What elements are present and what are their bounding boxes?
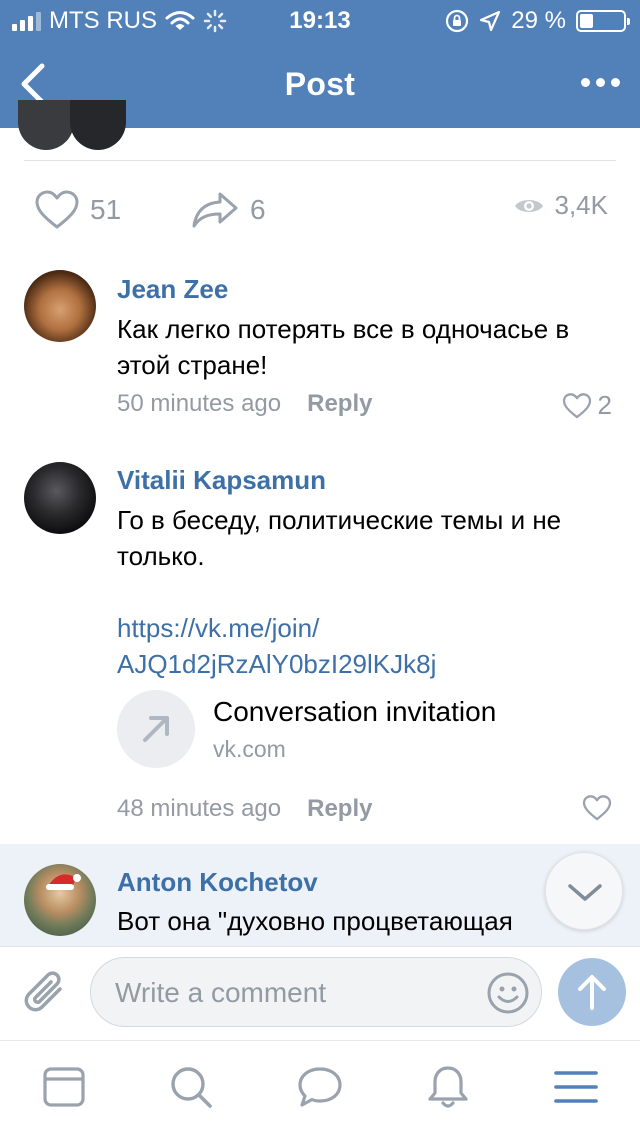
comment-meta: 48 minutes ago Reply [117,795,372,823]
attachment-domain: vk.com [213,736,286,762]
comment-author[interactable]: Vitalii Kapsamun [117,465,326,496]
search-icon[interactable] [167,1063,215,1111]
avatar[interactable] [24,462,96,534]
eye-icon [514,199,543,212]
reply-button[interactable]: Reply [307,390,372,418]
comment-text: Вот она "духовно процветающая [117,906,513,936]
link-attachment[interactable]: Conversation invitation vk.com [117,690,617,774]
santa-hat-icon [46,874,81,890]
comment-author[interactable]: Jean Zee [117,274,228,305]
share-button[interactable]: 6 [190,190,266,230]
attachment-title: Conversation invitation [213,696,497,727]
comment-time: 50 minutes ago [117,390,282,417]
like-count: 51 [90,194,122,225]
scroll-down-button[interactable] [545,852,623,930]
comment-like-button[interactable]: 2 [562,390,612,421]
share-count: 6 [250,194,266,225]
comment-time: 48 minutes ago [117,795,282,822]
comment-author[interactable]: Anton Kochetov [117,867,318,898]
comment-input[interactable]: Write a comment [90,957,542,1027]
orientation-lock-icon [446,9,469,33]
comment-like-button[interactable] [582,795,612,821]
status-right: 29 % [445,7,630,35]
battery-percent: 29 % [511,7,566,34]
comment-meta: 50 minutes ago Reply [117,390,372,418]
divider [24,160,616,161]
comment-text: Го в беседу, политические темы и не толь… [117,505,562,571]
comment-like-count: 2 [597,390,612,420]
share-icon [192,192,238,228]
view-count: 3,4K [554,190,609,220]
messages-icon[interactable] [296,1063,344,1111]
avatar[interactable] [24,864,96,936]
heart-icon [582,795,612,821]
heart-icon [562,392,591,418]
emoji-icon[interactable] [485,970,531,1016]
location-arrow-icon [480,10,501,32]
arrow-up-icon [578,975,606,1010]
notifications-icon[interactable] [424,1063,472,1111]
reply-button[interactable]: Reply [307,795,372,823]
menu-icon[interactable] [552,1063,600,1111]
post-participants-avatars [18,100,138,150]
newsfeed-icon[interactable] [40,1063,88,1111]
attach-paperclip-icon[interactable] [22,967,68,1017]
conversation-link-continued[interactable]: AJQ1d2jRzAlY0bzI29lKJk8j [117,646,617,682]
like-button[interactable]: 51 [34,190,121,230]
tab-bar [0,1040,640,1136]
battery-icon [576,10,630,32]
heart-icon [35,190,79,229]
comment-composer: Write a comment [0,946,640,1040]
chevron-down-icon [568,884,602,901]
post-actions: 51 6 3,4K [0,182,640,234]
conversation-link[interactable]: https://vk.me/join/ [117,610,617,646]
status-bar: MTS RUS 19:13 29 % [0,0,640,40]
arrow-up-right-icon [143,716,169,742]
send-button[interactable] [558,958,626,1026]
views-counter: 3,4K [513,190,609,221]
comment-input-placeholder: Write a comment [115,977,327,1008]
attachment-thumb [117,690,195,768]
more-button[interactable] [581,78,620,87]
highlighted-comment: Anton Kochetov Вот она "духовно процвета… [0,844,640,946]
page-title: Post [284,66,356,102]
comment-text: Как легко потерять все в одночасье в это… [117,314,570,380]
avatar[interactable] [24,270,96,342]
